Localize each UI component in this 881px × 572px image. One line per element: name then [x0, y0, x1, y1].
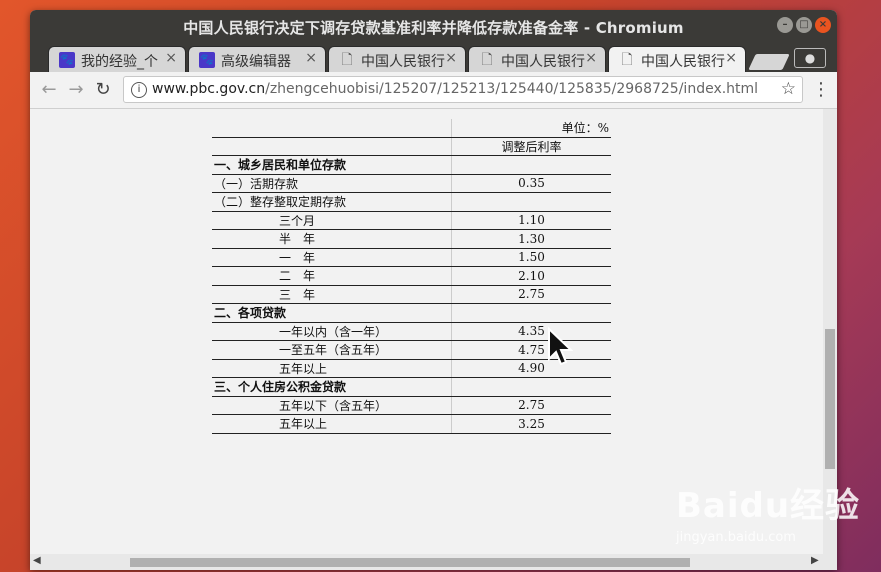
- rate-value: 4.35: [451, 322, 611, 341]
- category-label: 二、各项贷款: [212, 303, 452, 323]
- tab-5-active[interactable]: 🗋 中国人民银行 ×: [608, 46, 746, 72]
- tab-close-icon[interactable]: ×: [725, 50, 737, 66]
- table-row: （一）活期存款 0.35: [212, 174, 611, 193]
- table-row: 三个月 1.10: [212, 211, 611, 230]
- horizontal-scroll-thumb[interactable]: [130, 558, 690, 567]
- table-row: 五年以上 3.25: [212, 414, 611, 434]
- rate-value: 2.75: [451, 285, 611, 304]
- rate-value: 4.75: [451, 340, 611, 360]
- table-cell: [212, 137, 452, 156]
- rate-item-label: （一）活期存款: [212, 174, 452, 193]
- tab-label: 中国人民银行: [501, 54, 585, 70]
- tab-close-icon[interactable]: ×: [305, 50, 317, 66]
- rate-value: 1.50: [451, 248, 611, 267]
- tab-close-icon[interactable]: ×: [165, 50, 177, 66]
- tab-label: 中国人民银行: [641, 54, 725, 70]
- rate-item-label: （二）整存整取定期存款: [212, 192, 452, 212]
- interest-rate-table: 单位：% 调整后利率 一、城乡居民和单位存款 （一）活期存款 0.35 （二）整存整取…: [212, 119, 611, 434]
- rate-value: 4.90: [451, 359, 611, 378]
- window-title: 中国人民银行决定下调存贷款基准利率并降低存款准备金率 - Chromium: [183, 19, 684, 37]
- rate-item-label: 一至五年（含五年）: [212, 340, 452, 360]
- rate-item-label: 一年以内（含一年）: [212, 322, 452, 341]
- watermark-logo: Baidu经验: [676, 486, 861, 526]
- tab-2[interactable]: 🐾 高级编辑器 ×: [188, 46, 326, 72]
- rate-value: 2.75: [451, 396, 611, 415]
- toolbar: ← → ↻ i www.pbc.gov.cn/zhengcehuobisi/12…: [30, 72, 837, 109]
- info-icon[interactable]: i: [131, 82, 147, 98]
- table-row: 一、城乡居民和单位存款: [212, 155, 611, 175]
- rate-value: 1.10: [451, 211, 611, 230]
- tab-1[interactable]: 🐾 我的经验_个 ×: [48, 46, 186, 72]
- rate-value: [451, 377, 611, 397]
- rate-value: [451, 155, 611, 175]
- watermark-domain: jingyan.baidu.com: [676, 530, 796, 545]
- rate-item-label: 三个月: [212, 211, 452, 230]
- scroll-right-arrow-icon[interactable]: ▶: [811, 555, 819, 566]
- new-tab-button[interactable]: [748, 54, 790, 70]
- rate-item-label: 三 年: [212, 285, 452, 304]
- minimize-button[interactable]: –: [777, 17, 793, 33]
- url-host: www.pbc.gov.cn: [152, 81, 266, 97]
- back-arrow-icon[interactable]: ←: [38, 79, 60, 100]
- title-bar[interactable]: 中国人民银行决定下调存贷款基准利率并降低存款准备金率 - Chromium – …: [30, 10, 837, 44]
- table-row: 二 年 2.10: [212, 266, 611, 286]
- horizontal-scrollbar[interactable]: ◀ ▶: [30, 554, 837, 570]
- rate-item-label: 五年以上: [212, 414, 452, 434]
- rate-item-label: 二 年: [212, 266, 452, 286]
- rate-item-label: 一 年: [212, 248, 452, 267]
- table-row: 一 年 1.50: [212, 248, 611, 267]
- profile-icon[interactable]: ●: [794, 48, 826, 68]
- baidu-paw-icon: 🐾: [59, 52, 75, 68]
- unit-label: 单位：%: [451, 119, 611, 138]
- table-header-row: 调整后利率: [212, 137, 611, 156]
- tab-4[interactable]: 🗋 中国人民银行 ×: [468, 46, 606, 72]
- tab-label: 我的经验_个: [81, 54, 158, 70]
- table-row: 二、各项贷款: [212, 303, 611, 323]
- reload-icon[interactable]: ↻: [92, 79, 114, 100]
- rate-value: 0.35: [451, 174, 611, 193]
- table-row: 三、个人住房公积金贷款: [212, 377, 611, 397]
- document-icon: 🗋: [621, 52, 633, 68]
- column-header: 调整后利率: [451, 137, 611, 156]
- baidu-jingyan-watermark: Baidu经验 jingyan.baidu.com: [676, 478, 861, 545]
- tab-close-icon[interactable]: ×: [445, 50, 457, 66]
- address-bar[interactable]: i www.pbc.gov.cn/zhengcehuobisi/125207/1…: [123, 76, 803, 103]
- category-label: 三、个人住房公积金贷款: [212, 377, 452, 397]
- document-icon: 🗋: [341, 52, 353, 68]
- vertical-scroll-thumb[interactable]: [825, 329, 835, 469]
- scroll-left-arrow-icon[interactable]: ◀: [33, 555, 41, 566]
- rate-value: 2.10: [451, 266, 611, 286]
- bookmark-star-icon[interactable]: ☆: [781, 79, 796, 99]
- tab-close-icon[interactable]: ×: [585, 50, 597, 66]
- forward-arrow-icon[interactable]: →: [65, 79, 87, 100]
- tab-label: 高级编辑器: [221, 54, 291, 70]
- mouse-pointer-icon: [548, 327, 573, 366]
- rate-item-label: 半 年: [212, 229, 452, 249]
- rate-value: 1.30: [451, 229, 611, 249]
- tab-strip: 🐾 我的经验_个 × 🐾 高级编辑器 × 🗋 中国人民银行 × 🗋 中国人民银行…: [30, 44, 837, 72]
- category-label: 一、城乡居民和单位存款: [212, 155, 452, 175]
- url-text[interactable]: www.pbc.gov.cn/zhengcehuobisi/125207/125…: [152, 81, 758, 97]
- url-path: /zhengcehuobisi/125207/125213/125440/125…: [265, 81, 759, 97]
- maximize-button[interactable]: □: [796, 17, 812, 33]
- table-cell: [212, 119, 452, 138]
- rate-value: [451, 192, 611, 212]
- baidu-paw-icon: 🐾: [199, 52, 215, 68]
- table-row: （二）整存整取定期存款: [212, 192, 611, 212]
- table-row: 五年以下（含五年） 2.75: [212, 396, 611, 415]
- close-button[interactable]: ×: [815, 17, 831, 33]
- table-row: 三 年 2.75: [212, 285, 611, 304]
- tab-3[interactable]: 🗋 中国人民银行 ×: [328, 46, 466, 72]
- rate-item-label: 五年以下（含五年）: [212, 396, 452, 415]
- table-row: 半 年 1.30: [212, 229, 611, 249]
- document-icon: 🗋: [481, 52, 493, 68]
- rate-value: [451, 303, 611, 323]
- tab-label: 中国人民银行: [361, 54, 445, 70]
- rate-item-label: 五年以上: [212, 359, 452, 378]
- table-unit-row: 单位：%: [212, 119, 611, 138]
- menu-dots-icon[interactable]: ⋮: [812, 79, 830, 100]
- rate-value: 3.25: [451, 414, 611, 434]
